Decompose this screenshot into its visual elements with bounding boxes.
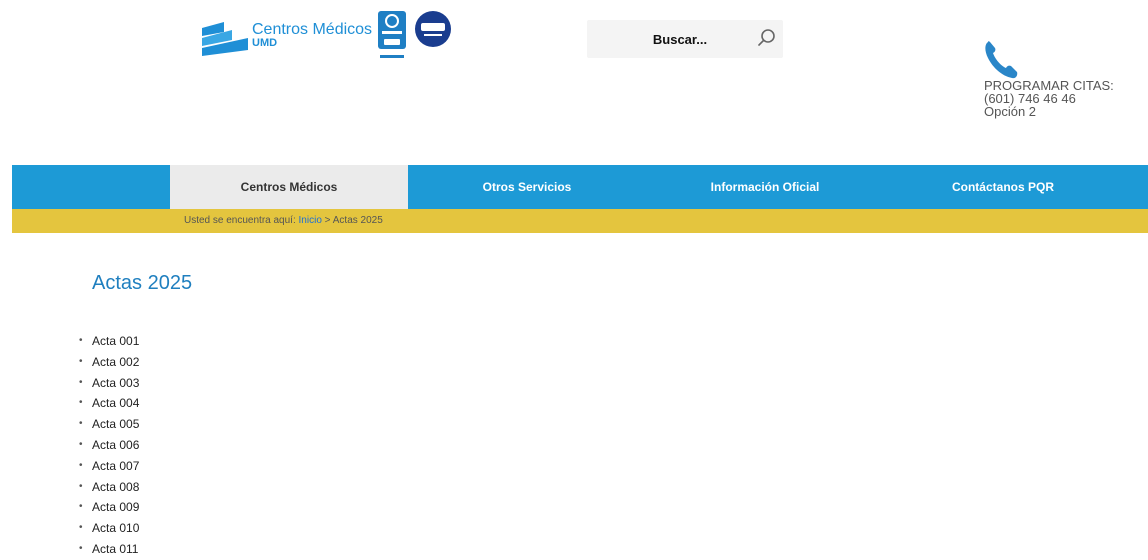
logo-sub: UMD (252, 37, 278, 49)
breadcrumb: Usted se encuentra aquí: Inicio > Actas … (12, 209, 1148, 233)
acta-link[interactable]: Acta 006 (92, 438, 139, 452)
acta-link[interactable]: Acta 008 (92, 480, 139, 494)
main-nav: Centros Médicos Otros Servicios Informac… (12, 165, 1148, 209)
list-item: Acta 005 (72, 414, 139, 435)
breadcrumb-separator: > (324, 215, 331, 226)
list-item: Acta 001 (72, 331, 139, 352)
acta-link[interactable]: Acta 005 (92, 417, 139, 431)
search-input[interactable] (587, 20, 747, 58)
logo-name: Centros Médicos (252, 21, 373, 38)
acta-link[interactable]: Acta 001 (92, 334, 139, 348)
acta-link[interactable]: Acta 002 (92, 355, 139, 369)
acta-list: Acta 001 Acta 002 Acta 003 Acta 004 Acta… (72, 331, 139, 560)
icontec-cert-icon (378, 11, 406, 58)
acta-link[interactable]: Acta 004 (92, 396, 139, 410)
acta-link[interactable]: Acta 003 (92, 376, 139, 390)
nav-item-informacion-oficial[interactable]: Información Oficial (646, 165, 884, 209)
breadcrumb-prefix: Usted se encuentra aquí: (184, 215, 296, 226)
list-item: Acta 007 (72, 456, 139, 477)
list-item: Acta 006 (72, 435, 139, 456)
logo-buildings-icon (202, 22, 248, 56)
list-item: Acta 004 (72, 393, 139, 414)
list-item: Acta 002 (72, 352, 139, 373)
list-item: Acta 003 (72, 373, 139, 394)
list-item: Acta 010 (72, 518, 139, 539)
contact-option: Opción 2 (984, 104, 1037, 119)
list-item: Acta 009 (72, 497, 139, 518)
page-title: Actas 2025 (92, 272, 193, 294)
phone-icon (985, 41, 1018, 79)
site-logo[interactable]: Centros Médicos UMD (202, 11, 462, 64)
nav-item-centros-medicos[interactable]: Centros Médicos (170, 165, 408, 209)
list-item: Acta 008 (72, 477, 139, 498)
acta-link[interactable]: Acta 011 (92, 542, 138, 556)
acta-link[interactable]: Acta 009 (92, 500, 139, 514)
nav-item-contactanos-pqr[interactable]: Contáctanos PQR (884, 165, 1122, 209)
breadcrumb-current: Actas 2025 (332, 215, 383, 226)
iqnet-cert-icon (415, 11, 451, 47)
nav-item-otros-servicios[interactable]: Otros Servicios (408, 165, 646, 209)
acta-link[interactable]: Acta 007 (92, 459, 139, 473)
breadcrumb-home-link[interactable]: Inicio (299, 215, 322, 226)
acta-link[interactable]: Acta 010 (92, 521, 139, 535)
search-icon[interactable] (755, 26, 779, 50)
appointment-contact: PROGRAMAR CITAS: (601) 746 46 46 Opción … (984, 79, 1114, 118)
search-box (587, 20, 783, 58)
list-item: Acta 011 (72, 539, 139, 560)
